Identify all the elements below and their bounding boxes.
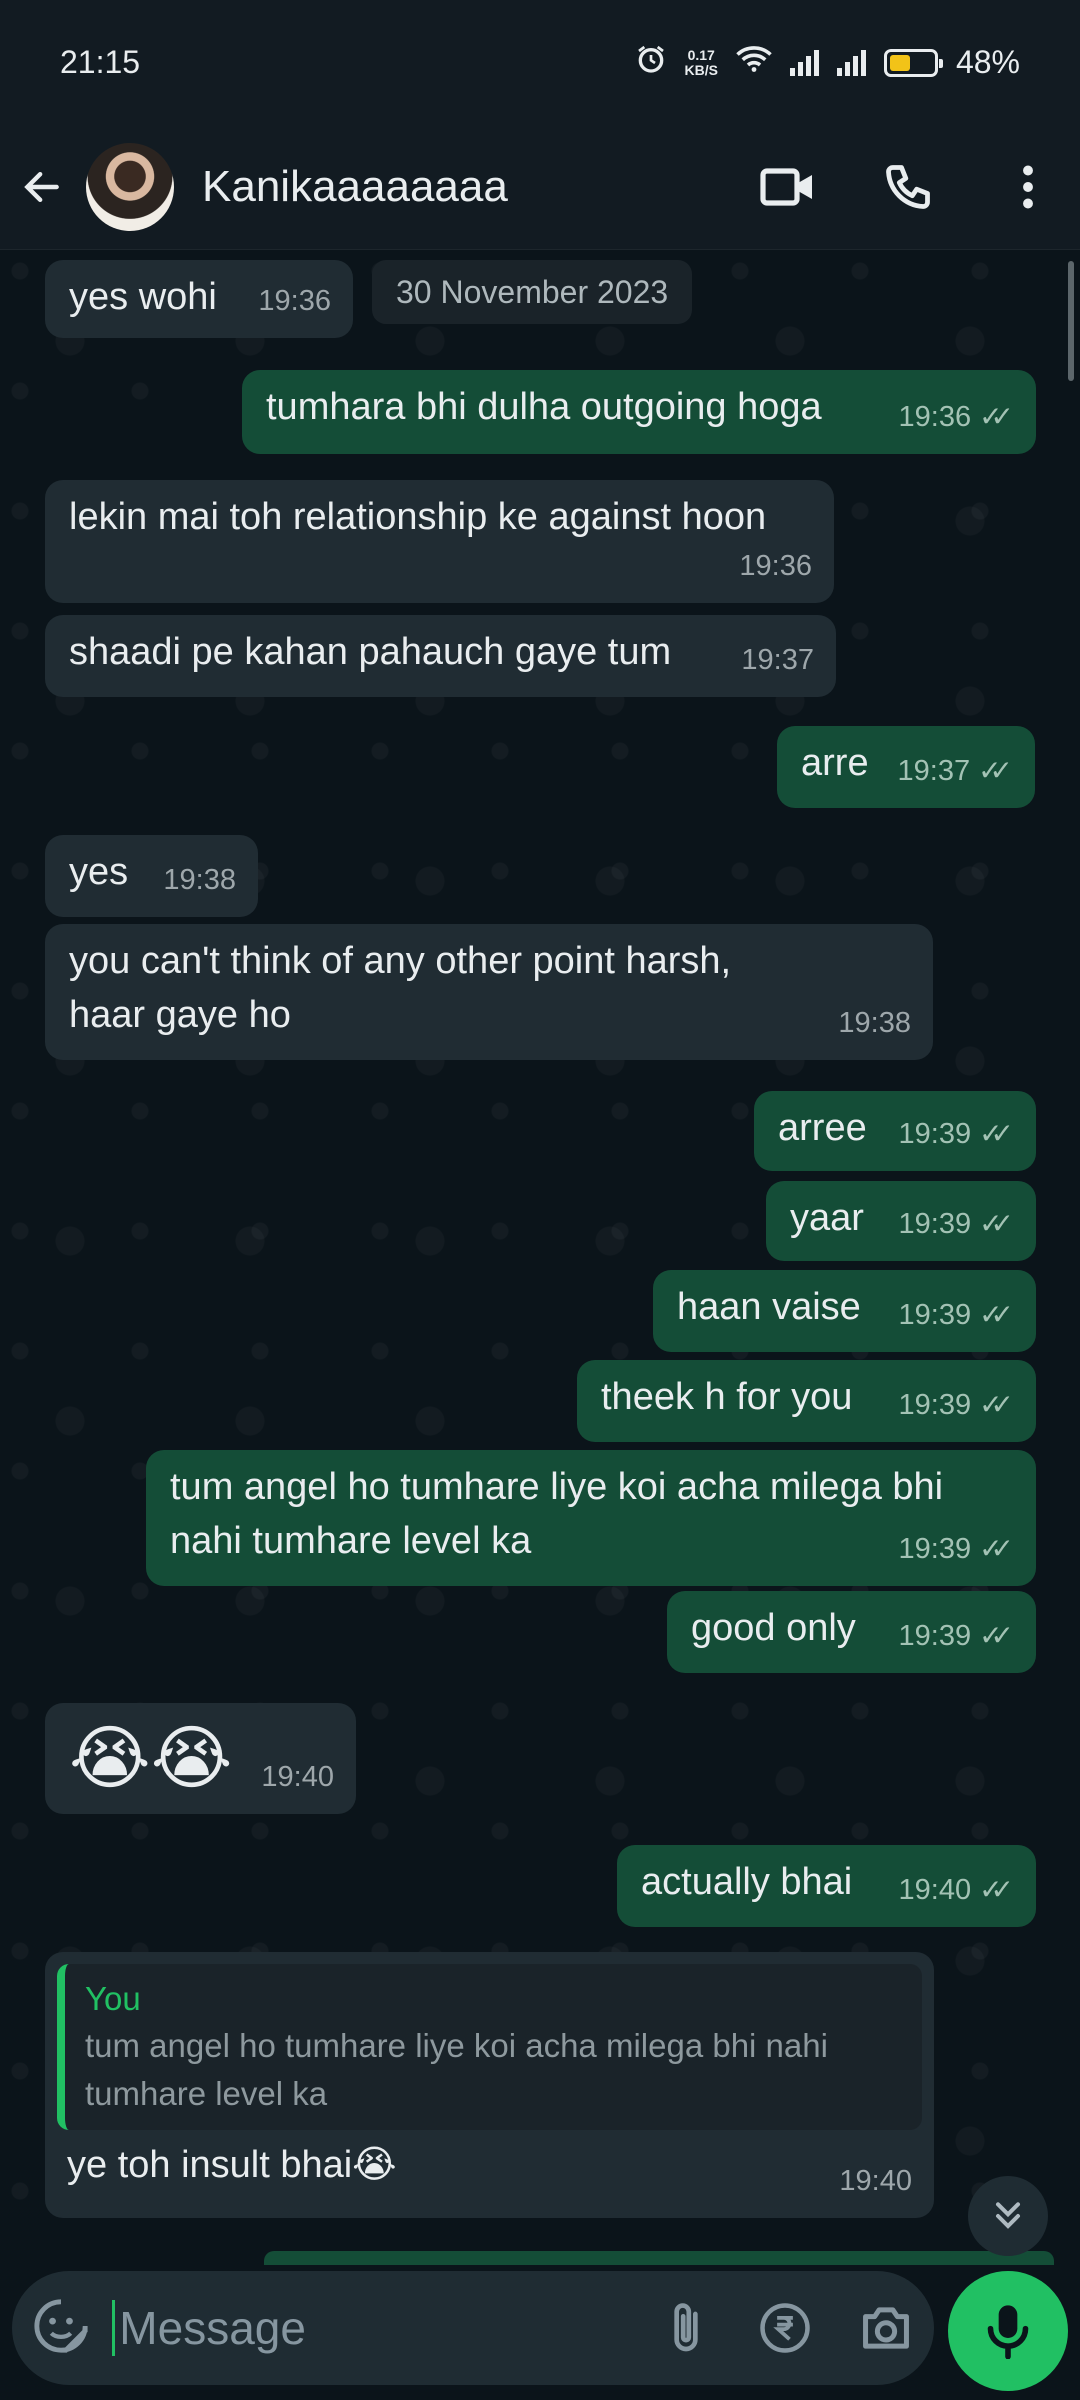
chat-area[interactable]: yes wohi 19:36 30 November 2023 tumhara … [0, 251, 1080, 2271]
message-text: yaar [790, 1197, 864, 1239]
double-check-icon: ✓✓ [979, 1533, 1014, 1564]
message-time: 19:36 [739, 550, 812, 582]
message-in[interactable]: you can't think of any other point harsh… [45, 924, 933, 1060]
message-text: ye toh insult bhai😭 [67, 2144, 397, 2186]
message-time: 19:37 [741, 644, 814, 676]
message-time: 19:37 [897, 755, 971, 787]
message-time: 19:39 [898, 1299, 972, 1331]
text-cursor [112, 2300, 116, 2356]
chat-header: Kanikaaaaaaaa [0, 125, 1080, 250]
double-check-icon: ✓✓ [979, 1299, 1014, 1330]
message-time: 19:39 [898, 1533, 972, 1565]
sticker-icon[interactable] [32, 2297, 90, 2360]
message-in[interactable]: yes 19:38 [45, 835, 258, 917]
scroll-down-icon[interactable] [968, 2176, 1048, 2256]
net-speed-value: 0.17 [687, 46, 715, 63]
message-out[interactable]: arree 19:39 ✓✓ [754, 1091, 1036, 1171]
double-check-icon: ✓✓ [979, 1874, 1014, 1905]
message-out[interactable]: good only 19:39 ✓✓ [667, 1591, 1036, 1673]
message-time: 19:40 [261, 1761, 334, 1793]
message-text: good only [691, 1607, 856, 1649]
message-out[interactable]: actually bhai 19:40 ✓✓ [617, 1845, 1036, 1927]
message-text: yes [69, 851, 129, 893]
message-text: arree [778, 1107, 867, 1149]
message-text: theek h for you [601, 1376, 853, 1418]
double-check-icon: ✓✓ [979, 1389, 1014, 1420]
double-check-icon: ✓✓ [979, 1118, 1014, 1149]
input-bar [0, 2271, 1080, 2400]
double-check-icon: ✓✓ [979, 1620, 1014, 1651]
net-speed: 0.17 KB/S [684, 46, 718, 78]
message-time: 19:36 [258, 285, 331, 317]
message-out[interactable]: haan vaise 19:39 ✓✓ [653, 1270, 1036, 1352]
message-in[interactable]: shaadi pe kahan pahauch gaye tum 19:37 [45, 615, 836, 697]
message-time: 19:38 [163, 864, 236, 896]
date-chip: 30 November 2023 [372, 260, 693, 324]
battery-percent: 48% [955, 44, 1020, 80]
double-check-icon: ✓✓ [978, 755, 1013, 786]
status-bar: 21:15 0.17 KB/S 48% [0, 0, 1080, 125]
quoted-reply[interactable]: You tum angel ho tumhare liye koi acha m… [57, 1964, 922, 2130]
message-text: haan vaise [677, 1286, 861, 1328]
double-check-icon: ✓✓ [979, 401, 1014, 432]
message-out[interactable]: theek h for you 19:39 ✓✓ [577, 1360, 1036, 1442]
avatar[interactable] [86, 143, 174, 231]
alarm-icon [635, 43, 667, 83]
video-call-icon[interactable] [756, 155, 820, 219]
signal-1-icon [789, 49, 819, 76]
message-in-reply[interactable]: You tum angel ho tumhare liye koi acha m… [45, 1952, 934, 2218]
contact-name[interactable]: Kanikaaaaaaaa [202, 162, 700, 212]
signal-2-icon [836, 49, 866, 76]
scrollbar[interactable] [1068, 261, 1074, 381]
message-composer [12, 2271, 934, 2385]
message-emoji: 😭😭 [69, 1719, 233, 1797]
attach-icon[interactable] [659, 2296, 712, 2360]
message-time: 19:39 [898, 1389, 972, 1421]
message-input[interactable] [119, 2301, 580, 2355]
message-time: 19:38 [838, 1007, 911, 1039]
message-in[interactable]: 😭😭 19:40 [45, 1703, 356, 1814]
message-text: lekin mai toh relationship ke against ho… [69, 496, 767, 538]
mic-icon[interactable] [948, 2271, 1068, 2391]
message-time: 19:39 [898, 1208, 972, 1240]
message-text: actually bhai [641, 1861, 853, 1903]
message-time: 19:36 [898, 401, 972, 433]
message-text: yes wohi [69, 276, 217, 318]
wifi-icon [736, 44, 772, 81]
message-in[interactable]: lekin mai toh relationship ke against ho… [45, 480, 834, 603]
message-out-partial [264, 2251, 1054, 2265]
message-in[interactable]: yes wohi 19:36 [45, 260, 353, 338]
message-text: tum angel ho tumhare liye koi acha mileg… [170, 1466, 944, 1562]
message-time: 19:39 [898, 1118, 972, 1150]
quoted-author: You [85, 1980, 141, 2017]
message-time: 19:39 [898, 1620, 972, 1652]
message-out[interactable]: tum angel ho tumhare liye koi acha mileg… [146, 1450, 1036, 1586]
more-options-icon[interactable] [996, 155, 1060, 219]
message-out[interactable]: arre 19:37 ✓✓ [777, 726, 1035, 808]
message-text: arre [801, 742, 869, 784]
message-text: tumhara bhi dulha outgoing hoga [266, 386, 822, 428]
message-text: you can't think of any other point harsh… [69, 940, 732, 1036]
message-out[interactable]: tumhara bhi dulha outgoing hoga 19:36 ✓✓ [242, 370, 1036, 454]
voice-call-icon[interactable] [876, 155, 940, 219]
net-speed-unit: KB/S [684, 61, 718, 78]
camera-icon[interactable] [858, 2296, 914, 2360]
quoted-text: tum angel ho tumhare liye koi acha mileg… [85, 2027, 828, 2112]
rupee-payment-icon[interactable] [758, 2296, 812, 2360]
double-check-icon: ✓✓ [979, 1208, 1014, 1239]
message-text: shaadi pe kahan pahauch gaye tum [69, 631, 672, 673]
message-time: 19:40 [898, 1874, 972, 1906]
message-out[interactable]: yaar 19:39 ✓✓ [766, 1181, 1036, 1261]
status-time: 21:15 [60, 44, 141, 80]
battery-icon [883, 48, 943, 77]
back-arrow-icon[interactable] [20, 165, 64, 209]
message-time: 19:40 [839, 2165, 912, 2197]
